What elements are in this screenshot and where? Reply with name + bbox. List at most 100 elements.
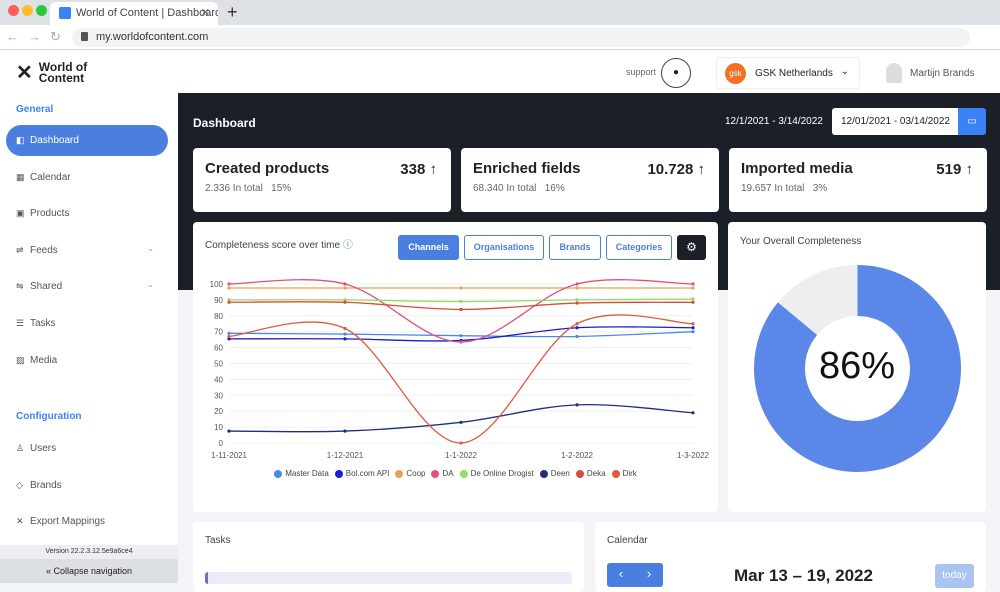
collapse-navigation-button[interactable]: « Collapse navigation xyxy=(0,559,178,583)
tab-brands[interactable]: Brands xyxy=(549,235,601,260)
sidebar-item-shared[interactable]: ⇋ Shared ⌄ xyxy=(6,271,168,302)
org-name: GSK Netherlands xyxy=(755,68,833,79)
date-range-input[interactable]: 12/01/2021 - 03/14/2022 xyxy=(832,108,958,135)
data-point[interactable] xyxy=(691,411,695,415)
share-icon: ⇋ xyxy=(16,281,24,292)
data-point[interactable] xyxy=(575,326,579,330)
data-point[interactable] xyxy=(691,330,695,334)
url-input[interactable]: my.worldofcontent.com xyxy=(72,28,970,47)
data-point[interactable] xyxy=(575,298,579,302)
data-point[interactable] xyxy=(575,334,579,339)
today-button[interactable]: today xyxy=(935,564,974,588)
data-point[interactable] xyxy=(459,299,463,304)
completeness-title: Your Overall Completeness xyxy=(740,236,862,247)
legend-item[interactable]: Dirk xyxy=(611,469,637,478)
legend-label: Coop xyxy=(406,469,426,478)
legend-item[interactable]: DA xyxy=(431,469,454,478)
tab-channels[interactable]: Channels xyxy=(398,235,459,260)
sidebar-item-users[interactable]: ♙ Users xyxy=(6,433,168,464)
sidebar-item-calendar[interactable]: ▦ Calendar xyxy=(6,162,168,193)
legend-item[interactable]: De Online Drogist xyxy=(459,469,534,478)
legend-item[interactable]: Master Data xyxy=(274,469,329,478)
legend-item[interactable]: Coop xyxy=(395,469,425,478)
data-point[interactable] xyxy=(575,322,579,326)
chevron-down-icon: ⌄ xyxy=(840,66,849,77)
data-point[interactable] xyxy=(343,326,347,331)
stat-value: 519 ↑ xyxy=(936,161,973,178)
image-icon: ▨ xyxy=(16,354,25,365)
sidebar-item-tasks[interactable]: ☰ Tasks xyxy=(6,308,168,339)
prev-week-button[interactable]: ‹ xyxy=(619,566,623,587)
dashboard-icon: ◧ xyxy=(16,135,25,145)
data-point[interactable] xyxy=(691,297,695,301)
stat-percent: 3% xyxy=(812,183,828,194)
tab-title: World of Content | Dashboard xyxy=(76,7,218,19)
data-point[interactable] xyxy=(227,331,231,335)
next-week-button[interactable]: › xyxy=(647,566,651,587)
data-point[interactable] xyxy=(575,286,579,290)
x-tick-label: 1-12-2021 xyxy=(327,451,364,460)
data-point[interactable] xyxy=(691,286,695,290)
y-tick-label: 40 xyxy=(214,375,223,384)
data-point[interactable] xyxy=(459,340,463,344)
data-point[interactable] xyxy=(575,282,579,286)
tasks-icon: ☰ xyxy=(16,318,25,328)
legend-item[interactable]: Deen xyxy=(539,469,570,478)
data-point[interactable] xyxy=(227,429,231,433)
sidebar-item-products[interactable]: ▣ Products xyxy=(6,198,168,229)
browser-tab[interactable]: World of Content | Dashboard ✕ xyxy=(50,2,218,25)
org-logo: gsk xyxy=(725,63,746,84)
back-icon[interactable]: ← xyxy=(6,29,19,44)
sidebar-item-dashboard[interactable]: ◧ Dashboard xyxy=(6,125,168,156)
data-point[interactable] xyxy=(459,420,463,424)
data-point[interactable] xyxy=(459,286,463,290)
data-point[interactable] xyxy=(459,441,463,445)
sidebar-item-export-mappings[interactable]: ✕ Export Mappings xyxy=(6,506,168,537)
maximize-window-button[interactable] xyxy=(36,5,47,16)
close-window-button[interactable] xyxy=(8,5,19,16)
legend-item[interactable]: Bol.com API xyxy=(334,469,389,478)
data-point[interactable] xyxy=(343,337,347,341)
data-point[interactable] xyxy=(459,334,463,338)
data-point[interactable] xyxy=(227,334,231,339)
y-tick-label: 70 xyxy=(214,328,223,337)
minimize-window-button[interactable] xyxy=(22,5,33,16)
sidebar-item-media[interactable]: ▨ Media xyxy=(6,345,168,376)
logo[interactable]: ✕ World of Content xyxy=(16,60,87,85)
close-tab-icon[interactable]: ✕ xyxy=(201,6,210,19)
data-point[interactable] xyxy=(343,286,347,290)
forward-icon[interactable]: → xyxy=(28,29,41,44)
data-point[interactable] xyxy=(343,282,347,286)
sidebar-item-feeds[interactable]: ⇌ Feeds ⌄ xyxy=(6,235,168,266)
data-point[interactable] xyxy=(343,429,347,433)
url-text: my.worldofcontent.com xyxy=(96,31,209,43)
data-point[interactable] xyxy=(691,322,695,326)
task-item[interactable] xyxy=(205,572,572,584)
support-button[interactable]: ● xyxy=(661,58,691,88)
data-point[interactable] xyxy=(343,300,347,304)
chart-settings-button[interactable]: ⚙ xyxy=(677,235,706,260)
data-point[interactable] xyxy=(343,332,347,336)
y-tick-label: 100 xyxy=(210,280,224,289)
data-point[interactable] xyxy=(575,301,579,305)
data-point[interactable] xyxy=(227,300,231,304)
data-point[interactable] xyxy=(227,286,231,290)
data-point[interactable] xyxy=(691,300,695,304)
legend-item[interactable]: Deka xyxy=(575,469,606,478)
reload-icon[interactable]: ↻ xyxy=(50,29,61,45)
sidebar-item-brands[interactable]: ◇ Brands xyxy=(6,470,168,501)
section-general: General xyxy=(16,104,54,115)
stat-number: 519 xyxy=(936,161,962,178)
data-point[interactable] xyxy=(227,282,231,286)
data-point[interactable] xyxy=(691,326,695,330)
calendar-picker-button[interactable]: ▭ xyxy=(958,108,986,135)
data-point[interactable] xyxy=(575,403,579,407)
organisation-select[interactable]: gsk GSK Netherlands ⌄ xyxy=(716,57,860,89)
user-menu[interactable]: Martijn Brands xyxy=(886,61,974,83)
help-icon[interactable]: ⓘ xyxy=(343,240,353,251)
new-tab-button[interactable]: + xyxy=(227,2,238,23)
data-point[interactable] xyxy=(459,307,463,312)
tab-categories[interactable]: Categories xyxy=(606,235,672,260)
tab-organisations[interactable]: Organisations xyxy=(464,235,544,260)
data-point[interactable] xyxy=(691,282,695,286)
